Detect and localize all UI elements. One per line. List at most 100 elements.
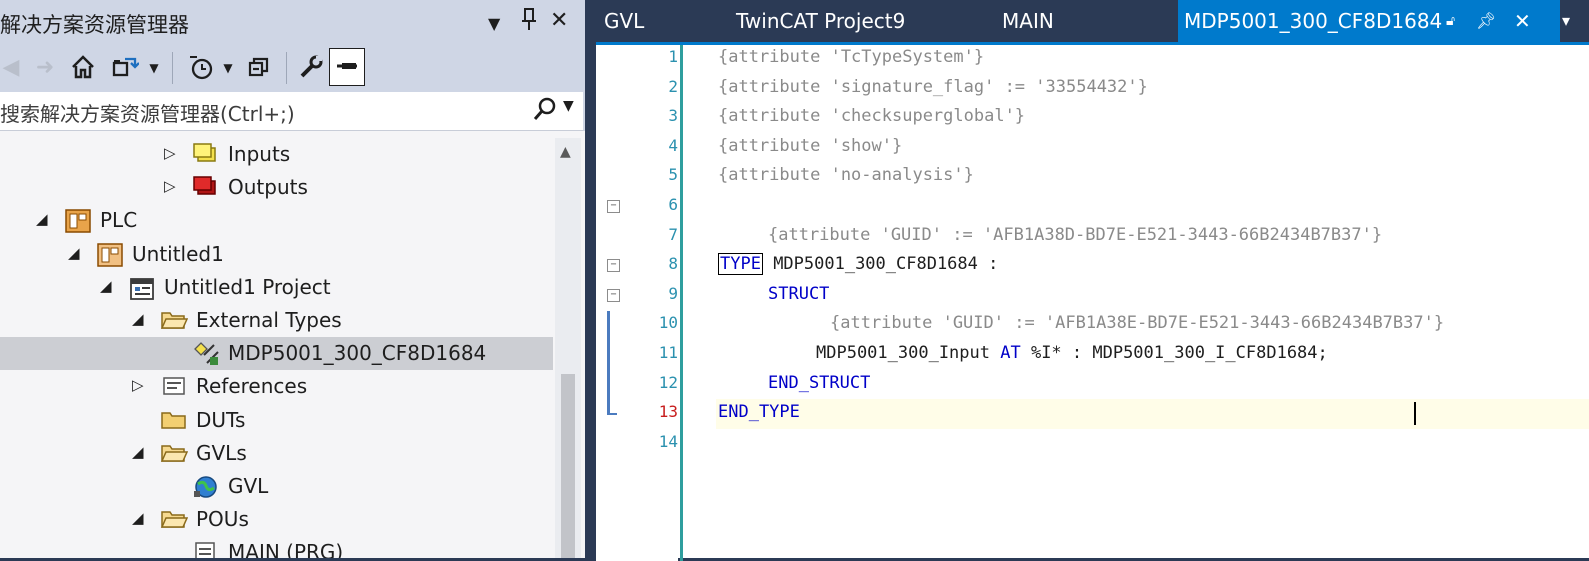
code-line: {attribute 'signature_flag' := '33554432… bbox=[718, 77, 1148, 97]
chevron-down-icon[interactable]: ▼ bbox=[146, 54, 162, 82]
fold-toggle-icon[interactable]: − bbox=[607, 288, 620, 302]
collapse-arrow-icon[interactable]: ◢ bbox=[132, 310, 144, 328]
pragma-attribute: {attribute 'TcTypeSystem'} bbox=[718, 47, 985, 67]
collapse-arrow-icon[interactable]: ◢ bbox=[132, 509, 144, 527]
pragma-attribute: {attribute 'show'} bbox=[718, 135, 903, 156]
line-number: 10 bbox=[658, 313, 678, 333]
tab-twincat-project9[interactable]: TwinCAT Project9 bbox=[736, 0, 956, 42]
tab-label: MAIN bbox=[1002, 9, 1054, 33]
tab-mdp5001[interactable]: MDP5001_300_CF8D1684 🔓︎ 📌︎ ✕ bbox=[1178, 0, 1560, 42]
tree-item-mdp5001-300-cf8d1684[interactable]: MDP5001_300_CF8D1684 bbox=[0, 337, 553, 371]
pin-icon[interactable]: 📌︎ bbox=[1476, 0, 1496, 42]
line-number: 14 bbox=[658, 431, 678, 451]
collapse-arrow-icon[interactable]: ◢ bbox=[68, 244, 80, 262]
code-line: {attribute 'show'} bbox=[718, 136, 902, 156]
current-line-highlight bbox=[716, 399, 1589, 429]
tree-item-label: References bbox=[196, 374, 308, 399]
chevron-down-icon[interactable]: ▼ bbox=[488, 10, 500, 38]
vertical-scrollbar[interactable]: ▲ bbox=[555, 138, 581, 558]
solution-explorer-titlebar: 解决方案资源管理器 ▼ ✕ bbox=[0, 0, 585, 44]
tree-item-label: GVL bbox=[228, 474, 269, 498]
collapse-arrow-icon[interactable]: ◢ bbox=[132, 443, 144, 461]
preview-selected-items-icon[interactable] bbox=[329, 48, 365, 86]
chevron-down-icon[interactable]: ▼ bbox=[563, 98, 574, 114]
tab-gvl[interactable]: GVL bbox=[596, 0, 706, 42]
keyword: AT bbox=[1000, 343, 1021, 363]
code-line: MDP5001_300_Input AT %I* : MDP5001_300_I… bbox=[816, 343, 1328, 363]
plc-project-icon bbox=[96, 242, 123, 267]
search-input[interactable]: 搜索解决方案资源管理器(Ctrl+;) bbox=[0, 98, 295, 127]
tree-item-duts[interactable]: DUTs bbox=[0, 404, 553, 437]
tree-item-external-types[interactable]: ◢ External Types bbox=[0, 304, 553, 337]
code-line: {attribute 'TcTypeSystem'} bbox=[718, 47, 984, 67]
tab-label: TwinCAT Project9 bbox=[736, 9, 906, 33]
tree-item-main-prg[interactable]: MAIN (PRG) bbox=[0, 536, 553, 558]
fold-region-line bbox=[607, 311, 610, 415]
tree-item-label: MAIN (PRG) bbox=[228, 540, 344, 558]
collapse-arrow-icon[interactable]: ◢ bbox=[36, 210, 48, 228]
scroll-up-icon[interactable]: ▲ bbox=[560, 144, 571, 160]
scrollbar-thumb[interactable] bbox=[561, 374, 575, 558]
collapse-arrow-icon[interactable]: ◢ bbox=[100, 277, 112, 295]
expand-arrow-icon[interactable]: ▷ bbox=[132, 376, 144, 394]
line-number: 4 bbox=[668, 135, 678, 155]
code-line: {attribute 'checksuperglobal'} bbox=[718, 106, 1025, 126]
tree-item-label: Inputs bbox=[228, 142, 291, 166]
fold-toggle-icon[interactable]: − bbox=[607, 200, 620, 213]
tree-item-gvls[interactable]: ◢ GVLs bbox=[0, 437, 553, 470]
solution-tree: ▷ Inputs ▷ Outputs ◢ PLC ◢ Untitled1 ◢ Untitled1 … bbox=[0, 138, 553, 558]
chevron-down-icon[interactable]: ▼ bbox=[220, 54, 236, 82]
collapse-all-icon[interactable] bbox=[244, 54, 274, 82]
tree-item-plc[interactable]: ◢ PLC bbox=[0, 204, 553, 237]
folder-open-icon bbox=[160, 507, 189, 529]
tree-item-gvl[interactable]: GVL bbox=[0, 470, 553, 503]
folder-open-icon bbox=[160, 441, 189, 463]
tab-label: MDP5001_300_CF8D1684 bbox=[1184, 9, 1443, 33]
plc-icon bbox=[64, 208, 91, 234]
tree-item-inputs[interactable]: ▷ Inputs bbox=[0, 138, 553, 171]
expand-arrow-icon[interactable]: ▷ bbox=[164, 144, 176, 162]
close-icon[interactable]: ✕ bbox=[1514, 0, 1531, 42]
keyword: STRUCT bbox=[768, 283, 830, 304]
tree-item-label: Untitled1 Project bbox=[164, 274, 331, 299]
tree-item-untitled1-project[interactable]: ◢ Untitled1 Project bbox=[0, 271, 553, 304]
line-number: 13 bbox=[658, 402, 678, 422]
tree-item-references[interactable]: ▷ References bbox=[0, 370, 553, 403]
code-line: {attribute 'GUID' := 'AFB1A38E-BD7E-E521… bbox=[830, 313, 1444, 333]
tree-item-untitled1[interactable]: ◢ Untitled1 bbox=[0, 238, 553, 271]
tree-item-pous[interactable]: ◢ POUs bbox=[0, 503, 553, 536]
lock-icon: 🔓︎ bbox=[1446, 13, 1456, 29]
panel-title: 解决方案资源管理器 bbox=[0, 13, 189, 37]
line-number: 6 bbox=[668, 195, 678, 214]
code-line: STRUCT bbox=[768, 284, 829, 304]
tree-item-outputs[interactable]: ▷ Outputs bbox=[0, 171, 553, 204]
pending-changes-icon[interactable] bbox=[186, 54, 216, 82]
tree-item-label: Outputs bbox=[228, 175, 308, 200]
keyword: END_STRUCT bbox=[768, 372, 871, 393]
identifier: MDP5001_300_Input bbox=[816, 343, 1001, 363]
search-icon[interactable] bbox=[533, 96, 557, 128]
chevron-down-icon[interactable]: ▾ bbox=[1562, 0, 1582, 42]
wrench-icon[interactable] bbox=[296, 54, 326, 82]
close-icon[interactable]: ✕ bbox=[550, 7, 568, 35]
solution-search-box[interactable]: 搜索解决方案资源管理器(Ctrl+;) ▼ bbox=[0, 92, 585, 131]
fold-toggle-icon[interactable]: − bbox=[607, 259, 620, 273]
sync-view-icon[interactable] bbox=[110, 54, 140, 82]
tree-item-label: POUs bbox=[196, 507, 249, 532]
identifier: %I* : MDP5001_300_I_CF8D1684; bbox=[1020, 343, 1328, 363]
pin-icon[interactable] bbox=[520, 7, 538, 39]
line-number: 2 bbox=[668, 76, 678, 96]
code-editor[interactable]: 1 2 3 4 5 6−7 8−9−10 11 12 13 14 {attribute 'TcTyp… bbox=[596, 42, 1589, 561]
tree-item-label: DUTs bbox=[196, 407, 246, 432]
back-icon[interactable]: ◀ bbox=[0, 54, 22, 82]
keyword: END_TYPE bbox=[718, 402, 800, 423]
gvl-icon bbox=[192, 474, 217, 498]
tab-label: GVL bbox=[604, 9, 645, 33]
type-icon bbox=[192, 341, 219, 366]
pou-icon bbox=[192, 540, 216, 558]
home-icon[interactable] bbox=[68, 54, 98, 82]
forward-icon[interactable]: ➜ bbox=[32, 54, 58, 82]
tab-main[interactable]: MAIN bbox=[1002, 0, 1112, 42]
expand-arrow-icon[interactable]: ▷ bbox=[164, 177, 176, 195]
line-number: 11 bbox=[658, 343, 678, 362]
